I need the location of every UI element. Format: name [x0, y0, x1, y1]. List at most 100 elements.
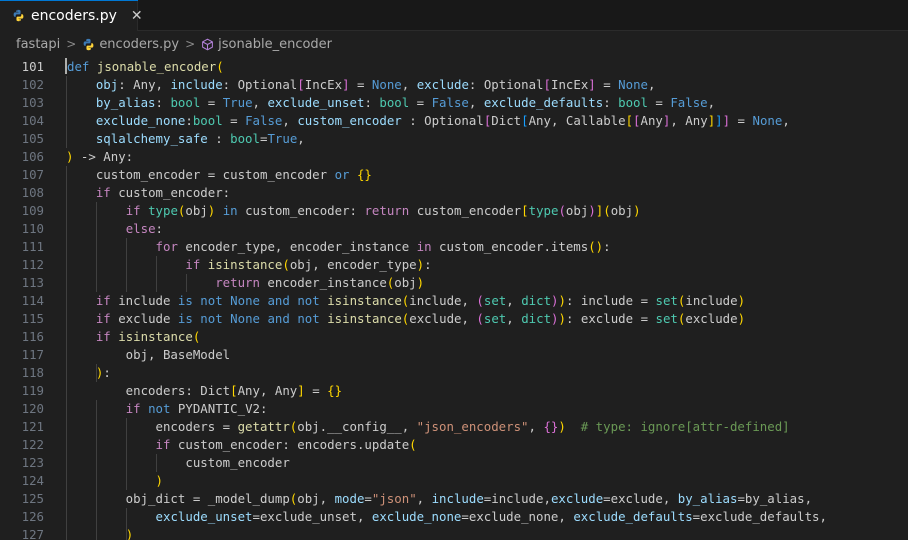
line-number: 118 — [21, 365, 44, 380]
code-line[interactable]: for encoder_type, encoder_instance in cu… — [66, 238, 827, 256]
code-token: ] — [342, 77, 350, 92]
code-token: ) — [633, 203, 641, 218]
line-number: 103 — [21, 95, 44, 110]
code-token: [ — [543, 77, 551, 92]
line-number: 110 — [21, 221, 44, 236]
code-token: jsonable_encoder — [96, 59, 217, 74]
code-line[interactable]: ) -> Any: — [66, 148, 827, 166]
code-token: obj — [95, 77, 119, 92]
code-line[interactable]: custom_encoder = custom_encoder or {} — [66, 166, 827, 184]
line-number: 106 — [21, 149, 44, 164]
code-token: , Any — [670, 113, 708, 128]
code-line[interactable]: exclude_unset=exclude_unset, exclude_non… — [66, 508, 827, 526]
line-number: 111 — [21, 239, 44, 254]
code-token: None — [752, 113, 783, 128]
code-token: ( — [603, 203, 611, 218]
code-token: ] — [715, 113, 723, 128]
code-line[interactable]: if not PYDANTIC_V2: — [66, 400, 827, 418]
line-number: 123 — [21, 455, 44, 470]
line-number: 120 — [21, 401, 44, 416]
code-token: False — [670, 95, 708, 110]
code-token: =exclude, — [603, 491, 678, 506]
code-token: def — [67, 59, 90, 74]
code-line[interactable]: by_alias: bool = True, exclude_unset: bo… — [66, 94, 827, 112]
code-line[interactable]: def jsonable_encoder( — [65, 58, 827, 76]
code-line[interactable]: else: — [66, 220, 827, 238]
code-line[interactable]: encoders: Dict[Any, Any] = {} — [66, 382, 827, 400]
code-token: = — [730, 113, 753, 128]
code-token: ) — [125, 527, 134, 540]
code-token: in — [416, 239, 432, 254]
code-line[interactable]: custom_encoder — [66, 454, 827, 472]
code-token: ) — [737, 311, 746, 326]
code-token: obj, — [297, 491, 335, 506]
line-number: 122 — [21, 437, 44, 452]
code-line[interactable]: obj, BaseModel — [66, 346, 827, 364]
code-token: = — [304, 383, 328, 398]
code-token: encoder_instance — [259, 275, 387, 290]
code-token: , — [297, 131, 305, 146]
breadcrumb-symbol[interactable]: jsonable_encoder — [218, 37, 332, 52]
code-token: and — [267, 293, 290, 308]
code-line[interactable]: if exclude is not None and not isinstanc… — [66, 310, 827, 328]
code-line[interactable]: ) — [66, 472, 827, 490]
code-token: set — [655, 293, 678, 308]
python-file-icon — [83, 38, 94, 50]
code-token: = — [595, 77, 619, 92]
code-token: if — [95, 311, 111, 326]
code-token: # type: ignore[attr-defined] — [580, 419, 790, 434]
code-line[interactable]: encoders = getattr(obj.__config__, "json… — [66, 418, 827, 436]
code-token: is — [177, 293, 193, 308]
code-token: if — [125, 401, 141, 416]
code-token: encoder_type, encoder_instance — [177, 239, 417, 254]
code-token: None — [230, 293, 260, 308]
code-line[interactable]: return encoder_instance(obj) — [66, 274, 827, 292]
code-line[interactable]: obj: Any, include: Optional[IncEx] = Non… — [66, 76, 827, 94]
code-token: obj — [610, 203, 634, 218]
line-number: 125 — [21, 491, 44, 506]
code-token: : include = — [565, 293, 656, 308]
code-line[interactable]: sqlalchemy_safe : bool=True, — [66, 130, 827, 148]
code-line[interactable]: ) — [66, 526, 827, 540]
code-token: not — [200, 293, 223, 308]
code-token: , — [468, 95, 484, 110]
code-line[interactable]: if custom_encoder: — [66, 184, 827, 202]
code-line[interactable]: exclude_none:bool = False, custom_encode… — [66, 112, 827, 130]
code-token: , — [782, 113, 790, 128]
line-number: 109 — [21, 203, 44, 218]
line-number: 104 — [21, 113, 44, 128]
code-token: custom_encoder: — [110, 185, 231, 200]
code-editor[interactable]: 101 102 103 104 105 106 107 108 109 110 111 112 113 1… — [0, 58, 908, 540]
code-token: and — [267, 311, 290, 326]
code-token: not — [297, 311, 320, 326]
code-token: "json_encoders" — [416, 419, 529, 434]
code-line[interactable]: if isinstance( — [66, 328, 827, 346]
close-icon[interactable]: ✕ — [131, 8, 143, 24]
line-number-gutter: 101 102 103 104 105 106 107 108 109 110 111 112 113 1… — [0, 58, 44, 540]
code-line[interactable]: if type(obj) in custom_encoder: return c… — [66, 202, 827, 220]
code-token: ] — [297, 383, 305, 398]
code-token: bool — [192, 113, 223, 128]
code-token: bool — [170, 95, 201, 110]
code-token: : Optional — [401, 113, 484, 128]
code-line[interactable]: if include is not None and not isinstanc… — [66, 292, 827, 310]
code-token: [ — [521, 203, 529, 218]
chevron-right-icon: > — [66, 37, 77, 51]
tab-encoders-py[interactable]: encoders.py ✕ — [0, 0, 143, 31]
code-line[interactable]: if isinstance(obj, encoder_type): — [66, 256, 827, 274]
code-line[interactable]: if custom_encoder: encoders.update( — [66, 436, 827, 454]
code-content[interactable]: def jsonable_encoder( obj: Any, include:… — [65, 58, 827, 540]
breadcrumb-folder[interactable]: fastapi — [16, 37, 60, 52]
code-line[interactable]: obj_dict = _model_dump(obj, mode="json",… — [66, 490, 827, 508]
code-token: include, — [409, 293, 477, 308]
code-line[interactable]: ): — [66, 364, 827, 382]
code-token: {} — [543, 419, 559, 434]
breadcrumb-file[interactable]: encoders.py — [99, 37, 179, 52]
